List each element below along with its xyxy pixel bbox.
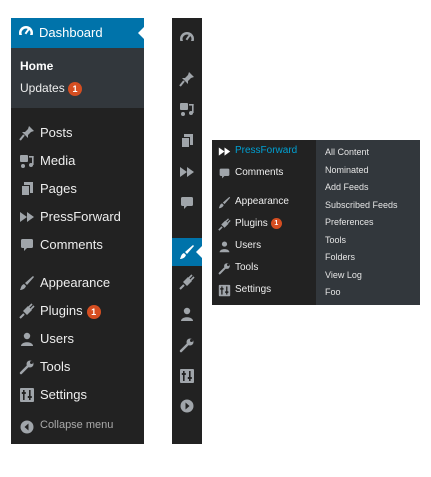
menu-item-users[interactable]: Users bbox=[212, 238, 316, 256]
menu-item-settings[interactable]: Settings bbox=[11, 384, 144, 406]
wrench-icon bbox=[19, 359, 35, 375]
menu-item-plugins[interactable]: Plugins 1 bbox=[11, 300, 144, 322]
pages-icon bbox=[19, 181, 35, 197]
menu-item-pressforward[interactable]: PressForward bbox=[212, 143, 316, 161]
menu-label: Settings bbox=[235, 284, 272, 295]
menu-item-pages[interactable]: Pages bbox=[11, 178, 144, 200]
comment-icon[interactable] bbox=[179, 195, 195, 211]
menu-item-media[interactable]: Media bbox=[11, 150, 144, 172]
menu-label: PressForward bbox=[40, 209, 121, 224]
admin-menu-folded bbox=[172, 18, 202, 444]
pin-icon bbox=[19, 125, 35, 141]
menu-label: Tools bbox=[40, 359, 71, 374]
plug-icon bbox=[218, 218, 231, 231]
submenu-item-folders[interactable]: Folders bbox=[325, 252, 355, 262]
media-icon bbox=[19, 153, 35, 169]
menu-label: Comments bbox=[235, 167, 284, 178]
pin-icon[interactable] bbox=[179, 71, 195, 87]
wrench-icon bbox=[218, 262, 231, 275]
menu-item-dashboard[interactable]: Dashboard bbox=[11, 18, 144, 48]
submenu-item-updates[interactable]: Updates 1 bbox=[20, 81, 83, 96]
submenu-item-add-feeds[interactable]: Add Feeds bbox=[325, 182, 369, 192]
plugins-label: Plugins bbox=[235, 218, 268, 230]
current-indicator-arrow bbox=[138, 27, 144, 39]
pages-icon[interactable] bbox=[179, 133, 195, 149]
brush-icon bbox=[179, 244, 195, 260]
plugins-label: Plugins bbox=[40, 303, 83, 318]
dashboard-icon bbox=[18, 25, 34, 41]
dashboard-label: Dashboard bbox=[39, 25, 103, 40]
plug-icon[interactable] bbox=[179, 274, 195, 290]
plug-icon bbox=[19, 303, 35, 319]
menu-label: Appearance bbox=[40, 275, 111, 290]
menu-item-appearance[interactable]: Appearance bbox=[11, 272, 144, 294]
menu-item-pressforward[interactable]: PressForward bbox=[11, 206, 144, 228]
submenu-item-preferences[interactable]: Preferences bbox=[325, 217, 374, 227]
menu-item-tools[interactable]: Tools bbox=[212, 260, 316, 278]
submenu-item-view-log[interactable]: View Log bbox=[325, 270, 362, 280]
menu-label: Media bbox=[40, 153, 76, 168]
expand-menu-icon[interactable] bbox=[179, 398, 195, 414]
menu-label: Plugins 1 bbox=[235, 218, 282, 229]
menu-label: Plugins 1 bbox=[40, 303, 101, 319]
menu-label: Users bbox=[40, 331, 74, 346]
submenu-item-tools[interactable]: Tools bbox=[325, 235, 346, 245]
brush-icon bbox=[218, 196, 231, 209]
admin-menu-expanded: Dashboard Home Updates 1 Posts Media Pag… bbox=[11, 18, 144, 444]
menu-label: PressForward bbox=[235, 145, 298, 156]
menu-item-pressforward-active[interactable] bbox=[172, 238, 202, 266]
updates-label: Updates bbox=[20, 81, 65, 95]
menu-item-plugins[interactable]: Plugins 1 bbox=[212, 216, 316, 234]
pressforward-flyout-submenu: All Content Nominated Add Feeds Subscrib… bbox=[316, 140, 420, 305]
submenu-item-foo[interactable]: Foo bbox=[325, 287, 341, 297]
current-indicator-arrow bbox=[196, 246, 202, 258]
media-icon[interactable] bbox=[179, 101, 195, 117]
brush-icon bbox=[19, 275, 35, 291]
dashboard-icon[interactable] bbox=[179, 31, 195, 47]
comment-icon bbox=[218, 167, 231, 180]
fast-forward-icon[interactable] bbox=[179, 164, 195, 180]
menu-item-comments[interactable]: Comments bbox=[212, 165, 316, 183]
settings-icon bbox=[19, 387, 35, 403]
settings-icon bbox=[218, 284, 231, 297]
menu-label: Appearance bbox=[235, 196, 289, 207]
plugins-count-badge: 1 bbox=[86, 304, 101, 319]
menu-label: Tools bbox=[235, 262, 259, 273]
collapse-menu-button[interactable]: Collapse menu bbox=[11, 416, 144, 438]
updates-count-badge: 1 bbox=[68, 81, 83, 96]
menu-label: Pages bbox=[40, 181, 77, 196]
submenu-item-subscribed-feeds[interactable]: Subscribed Feeds bbox=[325, 200, 398, 210]
fast-forward-icon bbox=[19, 209, 35, 225]
menu-item-comments[interactable]: Comments bbox=[11, 234, 144, 256]
collapse-icon bbox=[19, 419, 35, 435]
menu-item-appearance[interactable]: Appearance bbox=[212, 194, 316, 212]
submenu-item-home[interactable]: Home bbox=[20, 59, 53, 73]
fast-forward-icon bbox=[218, 145, 231, 158]
user-icon bbox=[19, 331, 35, 347]
submenu-item-all-content[interactable]: All Content bbox=[325, 147, 369, 157]
dashboard-submenu: Home Updates 1 bbox=[11, 48, 144, 108]
settings-icon[interactable] bbox=[179, 368, 195, 384]
wrench-icon[interactable] bbox=[179, 337, 195, 353]
menu-item-settings[interactable]: Settings bbox=[212, 282, 316, 300]
plugins-count-badge: 1 bbox=[270, 218, 282, 229]
menu-item-posts[interactable]: Posts bbox=[11, 122, 144, 144]
comment-icon bbox=[19, 237, 35, 253]
submenu-item-nominated[interactable]: Nominated bbox=[325, 165, 369, 175]
menu-label: Posts bbox=[40, 125, 73, 140]
menu-label: Settings bbox=[40, 387, 87, 402]
user-icon bbox=[218, 240, 231, 253]
admin-menu-flyout-list: PressForward Comments Appearance Plugins… bbox=[212, 140, 316, 305]
menu-label: Users bbox=[235, 240, 262, 251]
user-icon[interactable] bbox=[179, 306, 195, 322]
menu-label: Comments bbox=[40, 237, 103, 252]
collapse-label: Collapse menu bbox=[40, 419, 114, 431]
menu-item-users[interactable]: Users bbox=[11, 328, 144, 350]
menu-item-tools[interactable]: Tools bbox=[11, 356, 144, 378]
